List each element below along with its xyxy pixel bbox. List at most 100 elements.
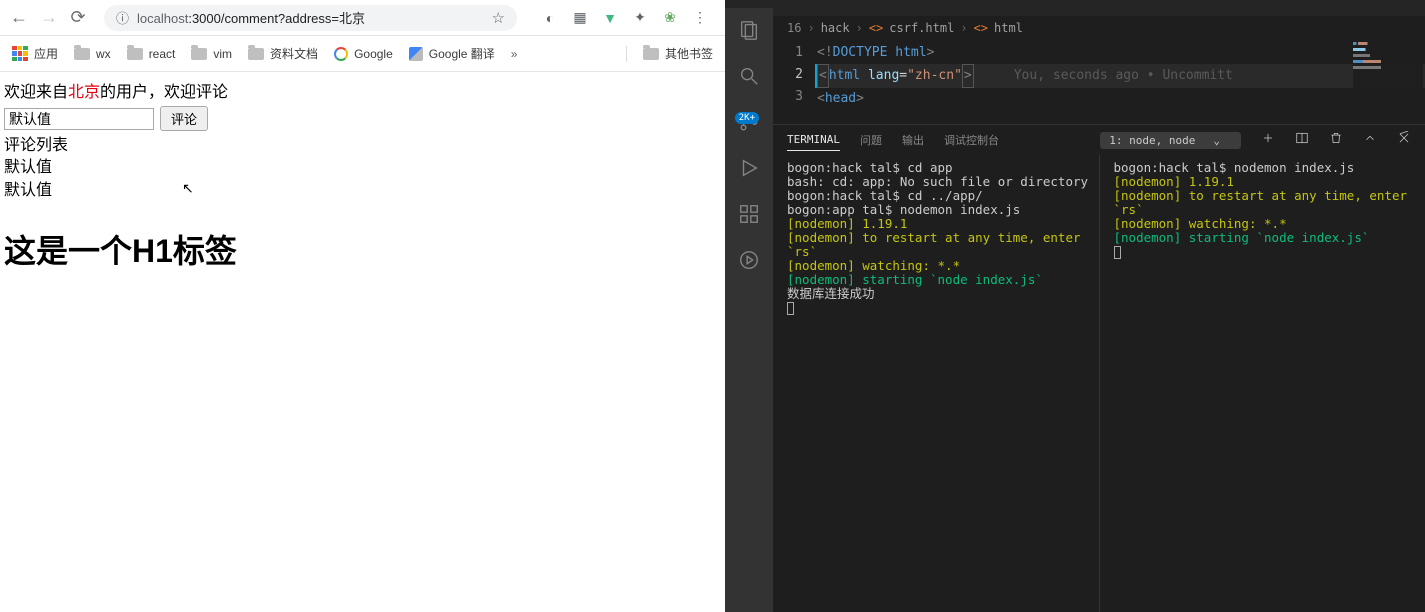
code-line: <!DOCTYPE html> — [817, 42, 1425, 64]
terminal-1[interactable]: bogon:hack tal$ cd appbash: cd: app: No … — [773, 155, 1099, 612]
chevron-right-icon: › — [856, 21, 863, 35]
bookmark-label: vim — [213, 47, 232, 61]
line-number: 1 — [773, 42, 803, 64]
ext-icon-3[interactable]: ❀ — [661, 9, 679, 27]
welcome-city: 北京 — [68, 84, 100, 101]
bookmark-label: 资料文档 — [270, 45, 318, 62]
tab-debug-console[interactable]: 调试控制台 — [944, 128, 999, 152]
nav-forward-icon[interactable]: → — [40, 7, 56, 28]
welcome-pre: 欢迎来自 — [4, 84, 68, 101]
page-body: 欢迎来自北京的用户，欢迎评论 评论 评论列表 默认值 默认值 这是一个H1标签 — [0, 72, 725, 276]
comment-form: 评论 — [4, 106, 721, 131]
apps-shortcut[interactable]: 应用 — [12, 45, 58, 62]
line-gutter: 1 2 3 — [773, 40, 817, 124]
git-blame-annotation: You, seconds ago • Uncommitt — [1014, 68, 1233, 83]
url-domain: localhost — [137, 11, 188, 26]
comment-input[interactable] — [4, 108, 154, 130]
site-info-icon[interactable]: ⓘ — [116, 8, 129, 27]
bookmark-label: react — [149, 47, 176, 61]
extensions-icon[interactable] — [737, 202, 761, 226]
trash-icon[interactable] — [1329, 131, 1343, 149]
list-item: 默认值 — [4, 180, 721, 202]
bookmark-label: Google 翻译 — [429, 45, 495, 62]
chevron-down-icon: ⌄ — [1213, 134, 1220, 147]
bc-folder: hack — [821, 21, 850, 35]
ext-icon-1[interactable]: ◐ — [541, 9, 559, 27]
folder-icon — [74, 48, 90, 60]
chrome-menu-icon[interactable]: ⋮ — [691, 9, 709, 27]
search-icon[interactable] — [737, 64, 761, 88]
tab-bar[interactable] — [773, 8, 1425, 16]
bc-num: 16 — [787, 21, 801, 35]
vscode-window: 2K+ 16 › hack › <> csrf.html › <> html 1 — [725, 0, 1425, 612]
bc-node: html — [994, 21, 1023, 35]
code-content[interactable]: <!DOCTYPE html><html lang="zh-cn">You, s… — [817, 40, 1425, 124]
html-tag-icon: <> — [974, 21, 988, 35]
bookmark-react[interactable]: react — [127, 47, 176, 61]
bc-file: csrf.html — [889, 21, 954, 35]
explorer-icon[interactable] — [737, 18, 761, 42]
bookmarks-overflow[interactable]: » — [511, 47, 518, 61]
folder-icon — [248, 48, 264, 60]
liveshare-icon[interactable] — [737, 248, 761, 272]
list-title: 评论列表 — [4, 135, 721, 157]
folder-icon — [191, 48, 207, 60]
other-bookmarks[interactable]: 其他书签 — [643, 45, 713, 62]
folder-icon — [643, 48, 659, 60]
welcome-text: 欢迎来自北京的用户，欢迎评论 — [4, 78, 721, 102]
bookmark-wx[interactable]: wx — [74, 47, 111, 61]
browser-toolbar: ← → ⟳ ⓘ localhost:3000/comment?address=北… — [0, 0, 725, 36]
welcome-post: 的用户，欢迎评论 — [100, 84, 228, 101]
nav-reload-icon[interactable]: ⟳ — [70, 7, 86, 28]
tab-terminal[interactable]: TERMINAL — [787, 129, 840, 151]
page-heading: 这是一个H1标签 — [4, 226, 721, 272]
terminal-select[interactable]: 1: node, node ⌄ — [1100, 132, 1241, 149]
terminal-select-value: 1: node, node — [1109, 134, 1195, 147]
minimap[interactable] — [1353, 40, 1423, 120]
new-terminal-icon[interactable] — [1261, 131, 1275, 149]
translate-icon — [409, 47, 423, 61]
vue-devtools-icon[interactable]: ▼ — [601, 9, 619, 27]
bookmark-translate[interactable]: Google 翻译 — [409, 45, 495, 62]
debug-icon[interactable] — [737, 156, 761, 180]
panel-tabs: TERMINAL 问题 输出 调试控制台 1: node, node ⌄ — [773, 125, 1425, 155]
source-control-icon[interactable]: 2K+ — [737, 110, 761, 134]
html-file-icon: <> — [869, 21, 883, 35]
browser-window: ← → ⟳ ⓘ localhost:3000/comment?address=北… — [0, 0, 725, 612]
tab-output[interactable]: 输出 — [902, 128, 924, 152]
close-panel-icon[interactable] — [1397, 131, 1411, 149]
bottom-panel: TERMINAL 问题 输出 调试控制台 1: node, node ⌄ — [773, 124, 1425, 612]
chevron-right-icon: › — [960, 21, 967, 35]
apps-label: 应用 — [34, 45, 58, 62]
scm-badge: 2K+ — [735, 112, 759, 124]
breadcrumb[interactable]: 16 › hack › <> csrf.html › <> html — [773, 16, 1425, 40]
bookmarks-bar: 应用 wx react vim 资料文档 Google Google 翻译 » … — [0, 36, 725, 72]
bookmark-label: wx — [96, 47, 111, 61]
bookmark-google[interactable]: Google — [334, 47, 393, 61]
split-terminal-icon[interactable] — [1295, 131, 1309, 149]
apps-icon — [12, 46, 28, 62]
address-bar[interactable]: ⓘ localhost:3000/comment?address=北京 ☆ — [104, 5, 517, 31]
nav-back-icon[interactable]: ← — [10, 7, 26, 28]
bookmark-star-icon[interactable]: ☆ — [492, 9, 505, 27]
terminal-2[interactable]: bogon:hack tal$ nodemon index.js[nodemon… — [1099, 155, 1425, 612]
code-editor[interactable]: 1 2 3 <!DOCTYPE html><html lang="zh-cn">… — [773, 40, 1425, 124]
bookmark-label: Google — [354, 47, 393, 61]
chevron-up-icon[interactable] — [1363, 131, 1377, 149]
terminals: bogon:hack tal$ cd appbash: cd: app: No … — [773, 155, 1425, 612]
activity-bar: 2K+ — [725, 8, 773, 612]
submit-button[interactable]: 评论 — [160, 106, 208, 131]
chevron-right-icon: › — [807, 21, 814, 35]
extensions-icon[interactable]: ✦ — [631, 9, 649, 27]
bookmark-vim[interactable]: vim — [191, 47, 232, 61]
list-item: 默认值 — [4, 157, 721, 179]
tab-problems[interactable]: 问题 — [860, 128, 882, 152]
separator — [626, 46, 627, 62]
code-line: <html lang="zh-cn">You, seconds ago • Un… — [815, 64, 1425, 88]
line-number: 3 — [773, 86, 803, 108]
bookmark-docs[interactable]: 资料文档 — [248, 45, 318, 62]
vscode-body: 2K+ 16 › hack › <> csrf.html › <> html 1 — [725, 8, 1425, 612]
google-icon — [334, 47, 348, 61]
ext-icon-2[interactable]: ▦ — [571, 9, 589, 27]
editor-area: 16 › hack › <> csrf.html › <> html 1 2 3… — [773, 8, 1425, 612]
